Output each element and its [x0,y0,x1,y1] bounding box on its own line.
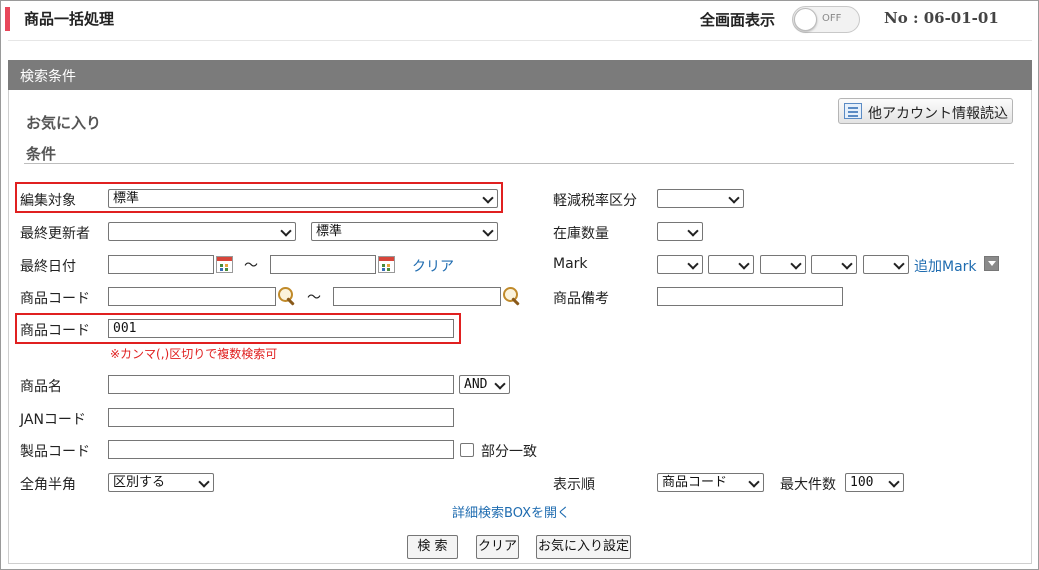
product-code-from-search-icon[interactable] [277,286,297,306]
product-code-tilde: 〜 [307,290,321,306]
product-name-label: 商品名 [20,379,62,395]
last-updater-label: 最終更新者 [20,226,90,242]
calendar-from-icon[interactable] [216,256,233,273]
last-date-label: 最終日付 [20,259,76,275]
max-count-select[interactable]: 100 [845,473,904,492]
search-conditions-header: 検索条件 [8,60,1032,90]
product-code-range-label: 商品コード [20,291,90,307]
screen-number: No : 06-01-01 [884,9,999,27]
mark-label: Mark [553,256,588,272]
product-code-multi-input[interactable]: 001 [108,319,454,338]
edit-target-select[interactable]: 標準 [108,189,498,208]
maker-code-label: 製品コード [20,444,90,460]
load-other-account-button[interactable]: 他アカウント情報読込 [838,98,1013,124]
toggle-state-text: OFF [822,13,842,24]
fullscreen-label: 全画面表示 [700,11,776,29]
stock-qty-select[interactable] [657,222,703,241]
calendar-to-icon[interactable] [378,256,395,273]
last-date-to-input[interactable] [270,255,376,274]
clear-button[interactable]: クリア [476,535,519,559]
product-remarks-input[interactable] [657,287,843,306]
product-name-input[interactable] [108,375,454,394]
account-info-icon [844,103,862,119]
add-mark-dropdown-icon[interactable] [984,256,999,271]
edit-target-label: 編集対象 [20,193,76,209]
detail-search-link[interactable]: 詳細検索BOXを開く [452,502,570,521]
reduced-tax-label: 軽減税率区分 [553,193,637,209]
product-code-from-input[interactable] [108,287,276,306]
fullscreen-toggle[interactable]: OFF [792,6,860,33]
sort-order-select[interactable]: 商品コード [657,473,764,492]
load-other-account-label: 他アカウント情報読込 [868,106,1008,122]
partial-match-checkbox[interactable] [460,443,474,457]
last-date-from-input[interactable] [108,255,214,274]
product-name-operator-select[interactable]: AND [459,375,510,394]
mark-select-5[interactable] [863,255,909,274]
width-mode-label: 全角半角 [20,477,76,493]
jan-code-label: JANコード [20,412,86,428]
conditions-divider [24,163,1014,164]
product-code-to-search-icon[interactable] [502,286,522,306]
mark-select-2[interactable] [708,255,754,274]
stock-qty-label: 在庫数量 [553,226,609,242]
product-code-to-input[interactable] [333,287,501,306]
favorite-settings-button[interactable]: お気に入り設定 [536,535,631,559]
partial-match-label: 部分一致 [481,444,537,460]
product-code-multi-label: 商品コード [20,323,90,339]
maker-code-input[interactable] [108,440,454,459]
favorites-heading: お気に入り [26,114,102,132]
mark-select-4[interactable] [811,255,857,274]
section-title: 検索条件 [20,69,76,85]
product-code-multi-note: ※カンマ(,)区切りで複数検索可 [110,347,278,361]
jan-code-input[interactable] [108,408,454,427]
date-clear-link[interactable]: クリア [412,256,454,276]
mark-select-1[interactable] [657,255,703,274]
add-mark-link[interactable]: 追加Mark [914,256,977,276]
conditions-heading: 条件 [26,145,57,163]
last-updater-type-select[interactable]: 標準 [311,222,498,241]
date-range-tilde: 〜 [244,258,258,274]
header-divider [8,40,1032,41]
search-button[interactable]: 検 索 [407,535,458,559]
reduced-tax-select[interactable] [657,189,744,208]
sort-order-label: 表示順 [553,477,595,493]
max-count-label: 最大件数 [780,477,836,493]
last-updater-select[interactable] [108,222,296,241]
page-title: 商品一括処理 [24,10,115,28]
title-accent-bar [5,7,10,31]
toggle-knob [794,8,817,31]
width-mode-select[interactable]: 区別する [108,473,214,492]
product-remarks-label: 商品備考 [553,291,609,307]
mark-select-3[interactable] [760,255,806,274]
